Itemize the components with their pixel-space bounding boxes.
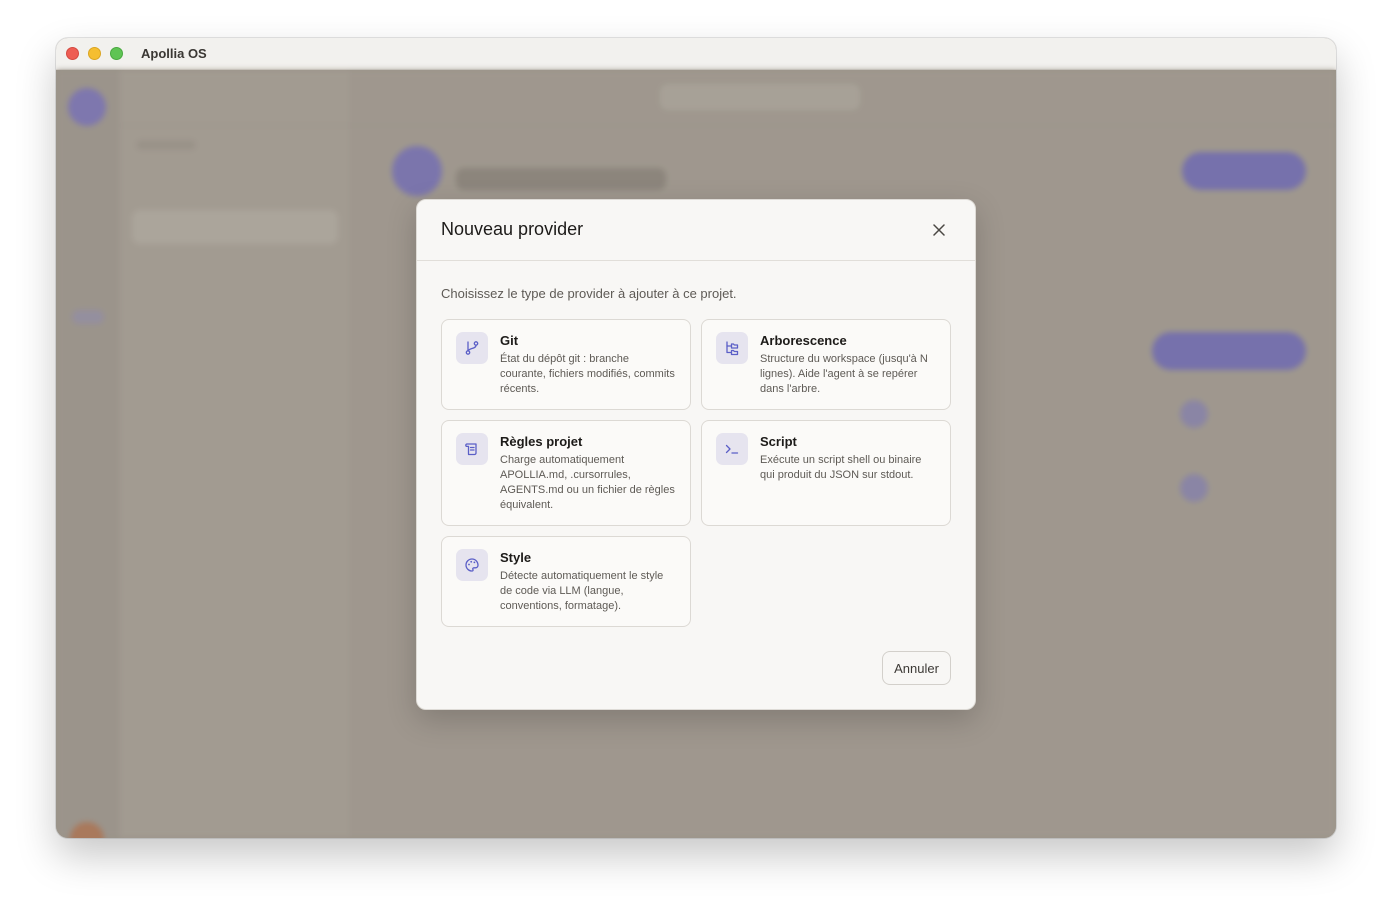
- window-controls: [66, 47, 123, 60]
- close-icon: [933, 224, 945, 236]
- provider-title: Script: [760, 434, 797, 449]
- minimize-window-button[interactable]: [88, 47, 101, 60]
- provider-description: État du dépôt git : branche courante, fi…: [500, 353, 675, 395]
- provider-title: Style: [500, 550, 532, 565]
- cancel-button[interactable]: Annuler: [882, 651, 951, 685]
- provider-description: Exécute un script shell ou binaire qui p…: [760, 454, 922, 481]
- window-title: Apollia OS: [141, 46, 207, 61]
- close-window-button[interactable]: [66, 47, 79, 60]
- folder-tree-icon: [716, 332, 748, 364]
- maximize-window-button[interactable]: [110, 47, 123, 60]
- provider-title: Git: [500, 333, 519, 348]
- provider-card-style[interactable]: Style Détecte automatiquement le style d…: [441, 536, 691, 627]
- provider-description: Charge automatiquement APOLLIA.md, .curs…: [500, 454, 675, 511]
- provider-card-arborescence[interactable]: Arborescence Structure du workspace (jus…: [701, 319, 951, 410]
- provider-description: Structure du workspace (jusqu'à N lignes…: [760, 353, 928, 395]
- scroll-icon: [456, 433, 488, 465]
- provider-description: Détecte automatiquement le style de code…: [500, 570, 664, 612]
- provider-card-script[interactable]: Script Exécute un script shell ou binair…: [701, 420, 951, 526]
- terminal-icon: [716, 433, 748, 465]
- dialog-intro: Choisissez le type de provider à ajouter…: [441, 286, 737, 301]
- dialog-title: Nouveau provider: [441, 219, 584, 239]
- app-window: Apollia OS Nouveau provider Choisissez l…: [56, 38, 1336, 838]
- new-provider-dialog: Nouveau provider Choisissez le type de p…: [416, 199, 976, 710]
- close-dialog-button[interactable]: [929, 220, 949, 240]
- git-branch-icon: [456, 332, 488, 364]
- title-bar: Apollia OS: [56, 38, 1336, 70]
- provider-card-git[interactable]: Git État du dépôt git : branche courante…: [441, 319, 691, 410]
- provider-card-regles-projet[interactable]: Règles projet Charge automatiquement APO…: [441, 420, 691, 526]
- provider-title: Arborescence: [760, 333, 847, 348]
- provider-title: Règles projet: [500, 434, 583, 449]
- dialog-header: Nouveau provider: [417, 200, 975, 261]
- palette-icon: [456, 549, 488, 581]
